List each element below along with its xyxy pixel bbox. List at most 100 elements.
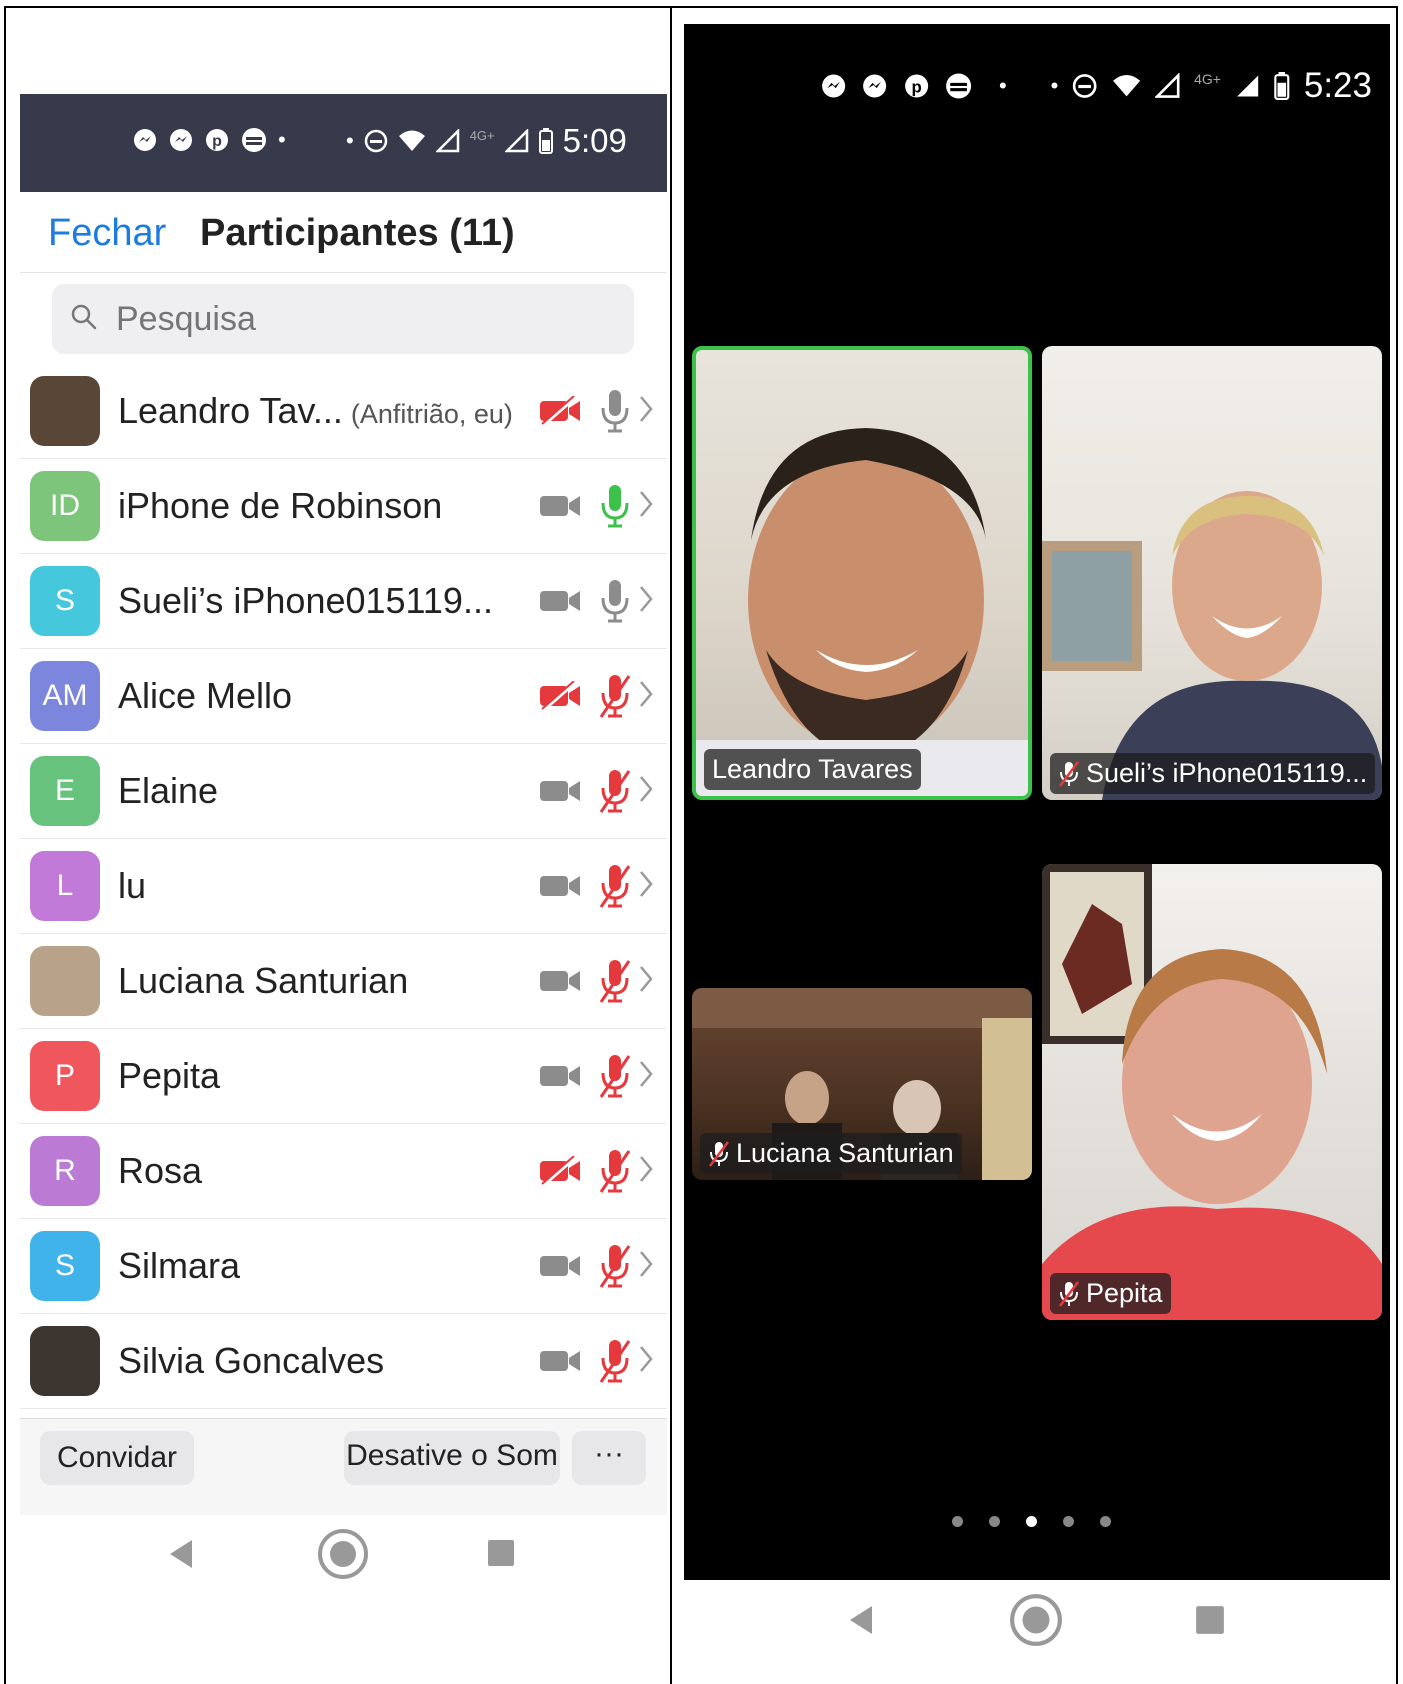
page-dot[interactable]: [1063, 1516, 1074, 1527]
mute-all-button-label: Desative o Som de: [346, 1439, 558, 1485]
pinterest-icon: p: [904, 74, 928, 98]
back-icon[interactable]: [166, 1538, 196, 1570]
video-tile-pepita[interactable]: Pepita: [1042, 864, 1382, 1320]
video-tile-sueli[interactable]: Sueli’s iPhone015119...: [1042, 346, 1382, 800]
clock: 5:09: [562, 122, 627, 159]
muted-mic-icon[interactable]: [598, 958, 632, 1004]
participant-name-wrap: Rosa: [118, 1150, 202, 1192]
more-button[interactable]: ···: [572, 1431, 646, 1485]
tile-name-label: Leandro Tavares: [704, 749, 921, 790]
signal-icon: [1154, 73, 1180, 98]
page-dot[interactable]: [1026, 1516, 1037, 1527]
search-input[interactable]: [114, 298, 598, 340]
close-button[interactable]: Fechar: [48, 212, 166, 255]
video-icon[interactable]: [538, 776, 582, 806]
participant-row[interactable]: Leandro Tav... (Anfitrião, eu): [20, 364, 667, 459]
chevron-right-icon[interactable]: [638, 1344, 654, 1374]
participant-name-wrap: Silvia Goncalves: [118, 1340, 384, 1382]
chevron-right-icon[interactable]: [638, 489, 654, 519]
video-off-icon[interactable]: [538, 396, 582, 426]
muted-mic-icon[interactable]: [598, 673, 632, 719]
invite-button-label: Convidar: [56, 1441, 178, 1474]
muted-mic-icon[interactable]: [598, 768, 632, 814]
page-dot[interactable]: [952, 1516, 963, 1527]
muted-mic-icon[interactable]: [598, 863, 632, 909]
participant-row[interactable]: E Elaine: [20, 744, 667, 839]
video-off-icon[interactable]: [538, 681, 582, 711]
participant-name-wrap: lu: [118, 865, 146, 907]
muted-mic-icon: [1059, 760, 1079, 787]
svg-text:p: p: [911, 77, 921, 96]
participant-row[interactable]: Silvia Goncalves: [20, 1314, 667, 1409]
mic-icon[interactable]: [598, 578, 632, 624]
chevron-right-icon[interactable]: [638, 1059, 654, 1089]
battery-icon: [1274, 72, 1290, 100]
video-icon[interactable]: [538, 1346, 582, 1376]
video-tile-leandro[interactable]: Leandro Tavares: [692, 346, 1032, 800]
mute-all-button[interactable]: Desative o Som de: [344, 1431, 560, 1485]
participants-header: Fechar Participantes (11): [20, 192, 667, 273]
participant-name: lu: [118, 865, 147, 906]
participant-name: Elaine: [118, 770, 219, 811]
notification-icons: p •: [132, 126, 286, 154]
participant-row[interactable]: AM Alice Mello: [20, 649, 667, 744]
page-title: Participantes (11): [200, 212, 515, 254]
home-icon[interactable]: [316, 1527, 370, 1581]
chevron-right-icon[interactable]: [638, 1249, 654, 1279]
video-icon[interactable]: [538, 1061, 582, 1091]
recents-icon[interactable]: [1194, 1604, 1226, 1636]
participant-row[interactable]: P Pepita: [20, 1029, 667, 1124]
participant-name-wrap: Sueli’s iPhone015119...: [118, 580, 493, 622]
page-dot[interactable]: [1100, 1516, 1111, 1527]
active-mic-icon[interactable]: [598, 483, 632, 529]
participant-name: iPhone de Robinson: [118, 485, 443, 526]
participant-row[interactable]: S Sueli’s iPhone015119...: [20, 554, 667, 649]
participant-row[interactable]: S Silmara: [20, 1219, 667, 1314]
wifi-icon: [398, 130, 425, 151]
mic-icon[interactable]: [598, 388, 632, 434]
search-box[interactable]: [52, 284, 634, 354]
video-icon[interactable]: [538, 1251, 582, 1281]
muted-mic-icon[interactable]: [598, 1243, 632, 1289]
video-tile-luciana[interactable]: Luciana Santurian: [692, 988, 1032, 1180]
chevron-right-icon[interactable]: [638, 679, 654, 709]
participant-row[interactable]: Luciana Santurian: [20, 934, 667, 1029]
avatar: S: [30, 1231, 100, 1301]
signal-icon: [1237, 75, 1259, 97]
avatar: ID: [30, 471, 100, 541]
invite-button[interactable]: Convidar: [40, 1431, 194, 1485]
avatar: R: [30, 1136, 100, 1206]
video-icon[interactable]: [538, 966, 582, 996]
home-icon[interactable]: [1008, 1592, 1064, 1648]
page-dot[interactable]: [989, 1516, 1000, 1527]
back-icon[interactable]: [846, 1604, 876, 1636]
more-button-label: ···: [594, 1437, 624, 1470]
chevron-right-icon[interactable]: [638, 774, 654, 804]
chevron-right-icon[interactable]: [638, 869, 654, 899]
muted-mic-icon[interactable]: [598, 1053, 632, 1099]
chevron-right-icon[interactable]: [638, 1154, 654, 1184]
messenger-icon: [134, 129, 156, 151]
muted-mic-icon[interactable]: [598, 1338, 632, 1384]
participant-row[interactable]: ID iPhone de Robinson: [20, 459, 667, 554]
chevron-right-icon[interactable]: [638, 964, 654, 994]
recents-icon[interactable]: [486, 1538, 516, 1568]
chevron-right-icon[interactable]: [638, 394, 654, 424]
tile-name-label: Sueli’s iPhone015119...: [1050, 753, 1376, 794]
video-off-icon[interactable]: [538, 1156, 582, 1186]
participant-name-wrap: iPhone de Robinson: [118, 485, 442, 527]
participant-name-wrap: Luciana Santurian: [118, 960, 408, 1002]
network-type: 4G+: [469, 127, 495, 143]
participant-row[interactable]: Llu: [20, 839, 667, 934]
meeting-video-screen: p • • 4G+ 5:23 Leandro Tavares Sueli’s i…: [684, 24, 1390, 1580]
video-icon[interactable]: [538, 586, 582, 616]
tile-name: Luciana Santurian: [736, 1138, 954, 1168]
pinterest-icon: p: [206, 129, 228, 151]
chevron-right-icon[interactable]: [638, 584, 654, 614]
tile-name: Pepita: [1086, 1278, 1163, 1308]
video-icon[interactable]: [538, 491, 582, 521]
video-icon[interactable]: [538, 871, 582, 901]
participant-row[interactable]: R Rosa: [20, 1124, 667, 1219]
tile-name: Leandro Tavares: [712, 754, 913, 784]
muted-mic-icon[interactable]: [598, 1148, 632, 1194]
